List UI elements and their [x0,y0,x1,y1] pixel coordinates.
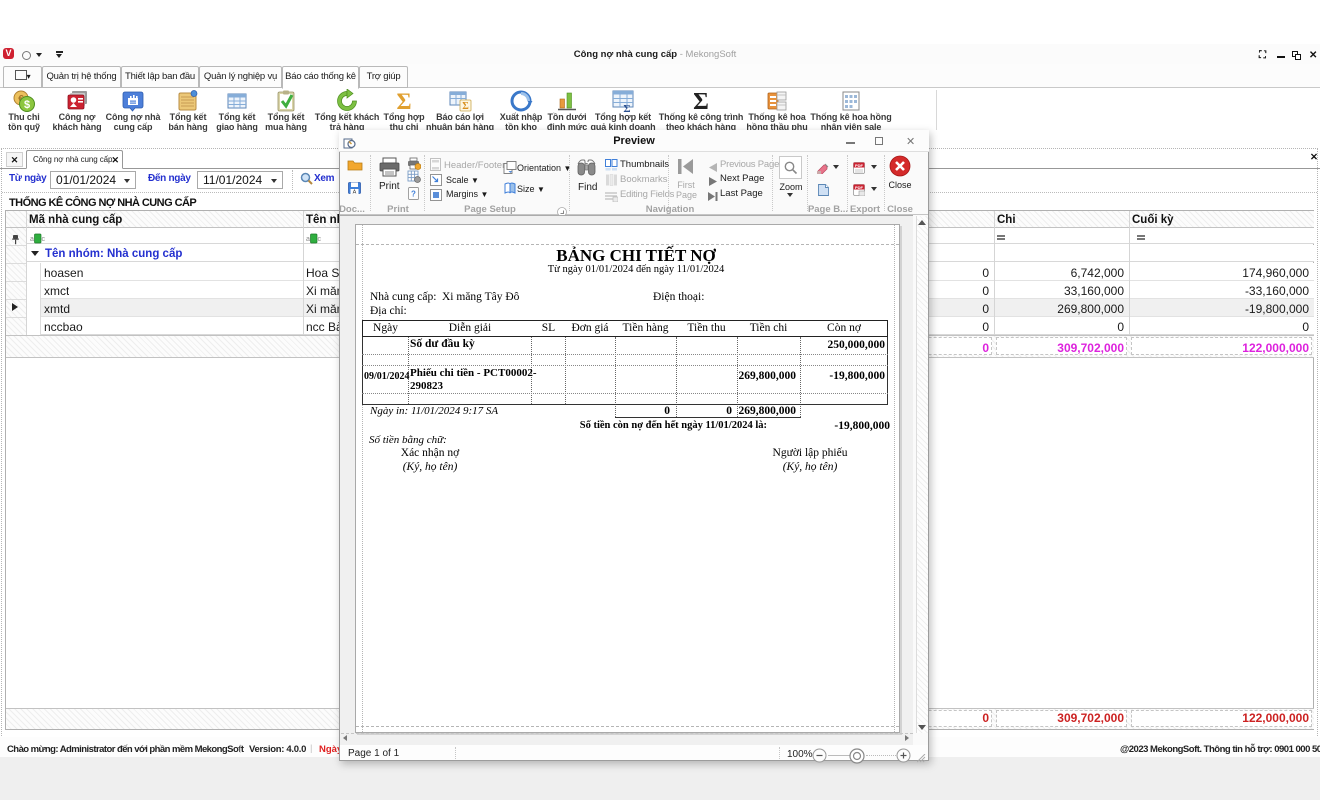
svg-text:?: ? [411,190,416,199]
svg-text:c: c [318,236,322,243]
svg-text:a: a [306,236,310,243]
svg-text:c: c [42,236,46,243]
svg-text:A: A [353,190,357,195]
svg-text:PDF: PDF [855,163,864,168]
svg-text:PDF: PDF [855,185,864,190]
svg-text:Σ: Σ [693,89,709,113]
svg-text:$: $ [24,99,30,111]
svg-text:a: a [30,236,34,243]
svg-text:Σ: Σ [396,89,411,113]
svg-text:Σ: Σ [462,101,469,112]
